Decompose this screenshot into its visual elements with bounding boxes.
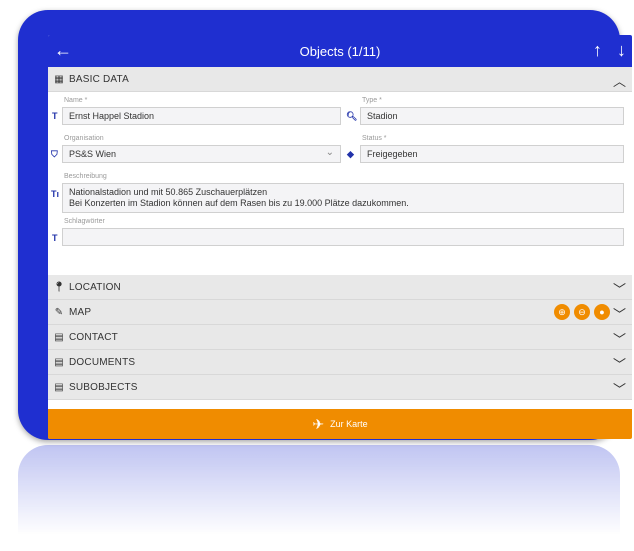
description-line-1: Nationalstadion und mit 50.865 Zuschauer…	[69, 187, 268, 197]
section-location-label: LOCATION	[69, 281, 121, 293]
arrow-left-icon[interactable]: ←	[54, 41, 72, 59]
keywords-label: Schlagwörter	[64, 218, 105, 225]
chevron-down-icon[interactable]: ﹀	[613, 329, 626, 348]
text-icon: T	[52, 233, 58, 243]
text-format-icon: Tı	[51, 189, 59, 199]
status-field[interactable]: Freigegeben	[360, 145, 624, 163]
section-contact-label: CONTACT	[69, 331, 118, 343]
section-documents[interactable]: ▤ DOCUMENTS ﹀	[48, 350, 632, 375]
section-subobjects-label: SUBOBJECTS	[69, 381, 138, 393]
tag-icon: ◆	[347, 149, 354, 159]
page-title: Objects (1/11)	[299, 43, 381, 59]
description-field[interactable]: Nationalstadion und mit 50.865 Zuschauer…	[62, 183, 624, 213]
section-documents-label: DOCUMENTS	[69, 356, 136, 368]
zoom-out-icon[interactable]: ⊖	[574, 304, 590, 320]
chevron-down-icon[interactable]: ﹀	[613, 354, 626, 373]
keywords-field[interactable]	[62, 228, 624, 246]
arrow-up-icon[interactable]: ↑	[593, 40, 602, 61]
reflection-frame	[18, 445, 620, 551]
chevron-down-icon[interactable]: ﹀	[613, 304, 626, 323]
organisation-label: Organisation	[64, 135, 104, 142]
type-label: Type *	[362, 97, 382, 104]
locate-icon[interactable]: ●	[594, 304, 610, 320]
section-map[interactable]: ✎ MAP ⊕ ⊖ ● ﹀	[48, 300, 632, 325]
map-icon: ✈	[312, 415, 325, 432]
section-location[interactable]: 📍︎ LOCATION ﹀	[48, 275, 632, 300]
type-field[interactable]: Stadion	[360, 107, 624, 125]
zoom-in-icon[interactable]: ⊕	[554, 304, 570, 320]
device-reflection	[18, 445, 620, 551]
name-label: Name *	[64, 97, 88, 104]
device-frame: ← Objects (1/11) ↑ ↓ ▦ BASIC DATA ︿ Name…	[18, 10, 632, 440]
pen-icon: ✎	[54, 306, 64, 318]
organisation-value: PS&S Wien	[69, 149, 117, 159]
title-bar: ← Objects (1/11) ↑ ↓	[48, 35, 632, 67]
map-button[interactable]: ✈ Zur Karte	[48, 409, 632, 439]
section-map-label: MAP	[69, 306, 92, 318]
app-screen: ← Objects (1/11) ↑ ↓ ▦ BASIC DATA ︿ Name…	[48, 35, 632, 439]
basic-data-form: Name * T Ernst Happel Stadion Type * 🔍︎ …	[48, 92, 632, 275]
pin-icon: 📍︎	[52, 281, 66, 293]
description-label: Beschreibung	[64, 173, 107, 180]
organisation-icon: ⛉	[51, 149, 58, 159]
arrow-down-icon[interactable]: ↓	[617, 40, 626, 61]
section-subobjects[interactable]: ▤ SUBOBJECTS ﹀	[48, 375, 632, 400]
search-icon[interactable]: 🔍︎	[346, 111, 357, 122]
chevron-down-icon[interactable]: ﹀	[613, 279, 626, 298]
section-basic-data-label: BASIC DATA	[69, 73, 129, 85]
list-icon: ▤	[54, 331, 64, 343]
status-label: Status *	[362, 135, 387, 142]
chevron-up-icon[interactable]: ︿	[613, 71, 626, 90]
name-field[interactable]: Ernst Happel Stadion	[62, 107, 341, 125]
section-contact[interactable]: ▤ CONTACT ﹀	[48, 325, 632, 350]
map-button-label: Zur Karte	[330, 419, 368, 429]
text-icon: T	[52, 111, 58, 121]
list-icon: ▤	[54, 356, 64, 368]
section-basic-data[interactable]: ▦ BASIC DATA ︿	[48, 67, 632, 92]
list-icon: ▤	[54, 381, 64, 393]
chevron-down-icon[interactable]: ﹀	[613, 379, 626, 398]
organisation-select[interactable]: PS&S Wien ⌄	[62, 145, 341, 163]
table-icon: ▦	[54, 73, 64, 85]
description-line-2: Bei Konzerten im Stadion können auf dem …	[69, 198, 409, 208]
chevron-down-icon: ⌄	[325, 147, 334, 158]
